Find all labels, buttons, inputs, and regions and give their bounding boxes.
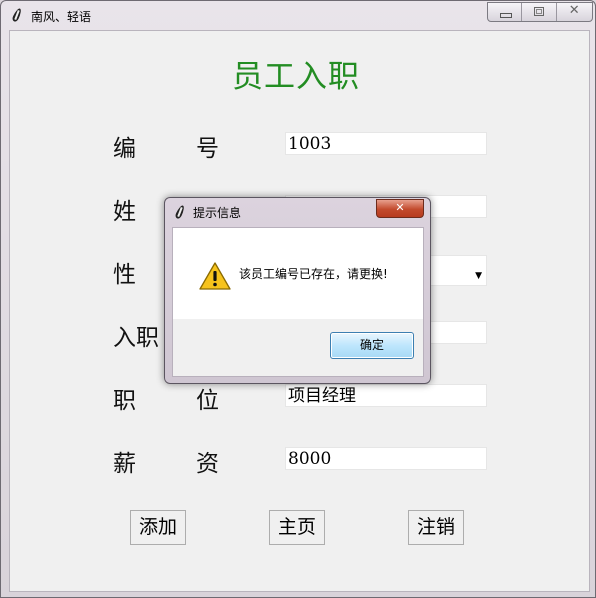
label-position-a: 职: [113, 388, 136, 414]
label-name-a: 姓: [113, 199, 136, 225]
page-title: 员工入职: [232, 59, 360, 95]
dialog-feather-icon: [174, 204, 186, 220]
chevron-down-icon[interactable]: ▼: [475, 265, 482, 287]
home-button[interactable]: 主页: [269, 510, 325, 545]
alert-dialog: 提示信息 ✕ 该员工编号已存在，请更换! 确定: [164, 197, 431, 384]
label-salary-b: 资: [196, 451, 219, 477]
title-bar[interactable]: 南风、轻语 ✕: [1, 1, 595, 29]
employee-id-input[interactable]: 1003: [285, 132, 487, 155]
logout-button[interactable]: 注销: [408, 510, 464, 545]
add-button[interactable]: 添加: [130, 510, 186, 545]
app-feather-icon: [11, 7, 23, 23]
label-hiredate-a: 入职: [113, 325, 159, 351]
minimize-icon: [500, 13, 512, 18]
maximize-icon: [534, 7, 545, 16]
label-salary-a: 薪: [113, 451, 136, 477]
ok-button[interactable]: 确定: [330, 332, 414, 359]
position-input[interactable]: 项目经理: [285, 384, 487, 407]
dialog-footer: 确定: [172, 319, 424, 377]
label-id-b: 号: [196, 136, 219, 162]
caption-buttons: ✕: [487, 2, 593, 22]
dialog-close-button[interactable]: ✕: [376, 199, 424, 218]
label-position-b: 位: [196, 388, 219, 414]
label-id-a: 编: [113, 136, 136, 162]
minimize-button[interactable]: [488, 3, 523, 21]
dialog-message: 该员工编号已存在，请更换!: [239, 267, 388, 281]
warning-icon: [199, 262, 231, 290]
dialog-body: 该员工编号已存在，请更换!: [172, 227, 424, 320]
maximize-button[interactable]: [522, 3, 557, 21]
salary-input[interactable]: 8000: [285, 447, 487, 470]
close-window-button[interactable]: ✕: [557, 3, 592, 21]
window-title: 南风、轻语: [31, 10, 92, 24]
dialog-title: 提示信息: [193, 206, 242, 220]
close-icon: ✕: [568, 3, 580, 18]
label-gender-a: 性: [113, 262, 136, 288]
